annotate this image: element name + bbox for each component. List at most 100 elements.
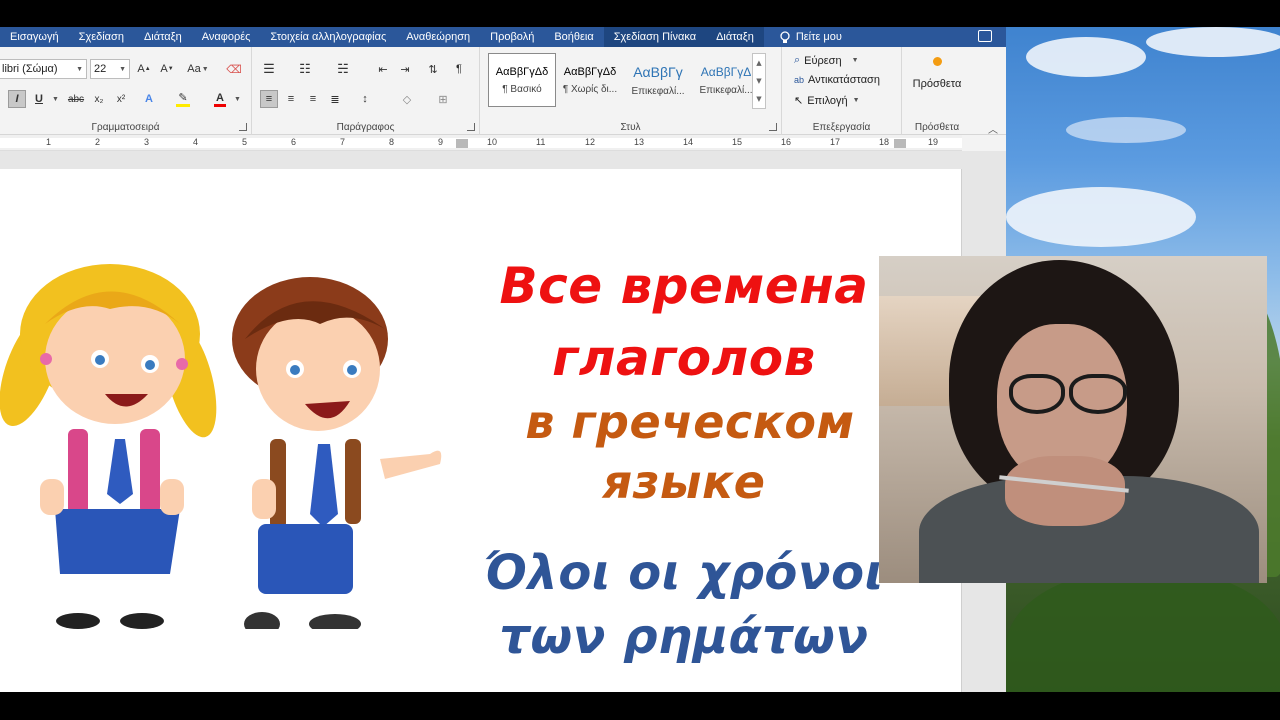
font-name-box[interactable]: libri (Σώμα) ▼	[0, 59, 87, 79]
ruler-number: 17	[830, 137, 841, 147]
webcam-overlay	[879, 256, 1267, 583]
chevron-down-icon[interactable]: ▼	[228, 90, 246, 108]
word-window: Εισαγωγή Σχεδίαση Διάταξη Αναφορές Στοιχ…	[0, 27, 1006, 692]
line-spacing-icon[interactable]: ↕	[356, 90, 374, 108]
collapse-ribbon-icon[interactable]: ︿	[988, 121, 998, 136]
ruler-column-marker[interactable]	[894, 139, 906, 148]
borders-icon[interactable]: ⊞	[434, 90, 452, 108]
tab-view[interactable]: Προβολή	[480, 31, 544, 43]
find-button[interactable]: ⌕ Εύρεση ▼	[794, 54, 859, 67]
title-line-1: Все времена	[499, 257, 869, 315]
tab-design[interactable]: Σχεδίαση	[69, 31, 134, 43]
document-page[interactable]: Все времена глаголов в греческом языке Ό…	[0, 169, 962, 692]
font-name-value: libri (Σώμα)	[2, 63, 58, 75]
highlight-icon[interactable]: ✎	[174, 90, 192, 108]
chevron-down-icon[interactable]: ▼	[756, 77, 761, 85]
tab-mailings[interactable]: Στοιχεία αλληλογραφίας	[260, 31, 396, 43]
paragraph-group-label: Παράγραφος	[336, 122, 395, 133]
ruler-number: 7	[340, 137, 346, 147]
sort-icon[interactable]: ⇅	[424, 60, 442, 78]
replace-button[interactable]: ab Αντικατάσταση	[794, 74, 880, 86]
replace-icon: ab	[794, 75, 805, 85]
tab-references[interactable]: Αναφορές	[192, 31, 261, 43]
strikethrough-button[interactable]: abc	[64, 90, 88, 108]
style-no-spacing[interactable]: AαΒβΓγΔδ ¶ Χωρίς δι...	[556, 53, 624, 107]
ruler-number: 14	[683, 137, 694, 147]
bullets-icon[interactable]: ☰	[260, 60, 278, 78]
ruler-column-marker[interactable]	[456, 139, 468, 148]
more-icon[interactable]: ▼	[756, 95, 761, 103]
tab-table-layout[interactable]: Διάταξη	[706, 27, 764, 47]
style-heading-1[interactable]: AαΒβΓγ Επικεφαλί...	[624, 53, 692, 107]
tab-table-design[interactable]: Σχεδίαση Πίνακα	[603, 27, 707, 47]
tab-layout[interactable]: Διάταξη	[134, 31, 192, 43]
select-button[interactable]: ↖ Επιλογή ▼	[794, 94, 860, 108]
justify-icon[interactable]: ≣	[326, 90, 344, 108]
style-preview: AαΒβΓγΔδ	[495, 65, 549, 78]
lightbulb-icon	[780, 30, 790, 43]
addins-group-label: Πρόσθετα	[914, 122, 960, 133]
search-icon: ⌕	[794, 54, 801, 66]
title-line-3: в греческом	[525, 395, 855, 449]
styles-dialog-launcher[interactable]	[769, 123, 777, 131]
ruler-number: 6	[291, 137, 297, 147]
schoolkids-illustration	[0, 264, 442, 629]
tell-me-search[interactable]: Πείτε μου	[770, 30, 852, 44]
increase-indent-icon[interactable]: ⇥	[396, 60, 414, 78]
decrease-indent-icon[interactable]: ⇤	[374, 60, 392, 78]
title-line-5: Όλοι οι χρόνοι	[484, 545, 884, 601]
ruler-number: 1	[46, 137, 52, 147]
style-normal[interactable]: AαΒβΓγΔδ ¶ Βασικό	[488, 53, 556, 107]
styles-group: AαΒβΓγΔδ ¶ Βασικό AαΒβΓγΔδ ¶ Χωρίς δι...…	[480, 47, 782, 135]
style-heading-2[interactable]: AαΒβΓγΔ Επικεφαλί...	[692, 53, 760, 107]
tab-review[interactable]: Αναθεώρηση	[396, 31, 480, 43]
comments-icon[interactable]	[978, 30, 992, 42]
tell-me-label: Πείτε μου	[795, 31, 842, 43]
addins-icon	[932, 57, 942, 66]
girl-figure	[0, 264, 217, 629]
addins-button[interactable]: Πρόσθετα	[902, 57, 972, 90]
align-left-icon[interactable]: ≡	[260, 90, 278, 108]
chevron-down-icon[interactable]: ▼	[46, 90, 64, 108]
title-line-4: языке	[602, 455, 766, 509]
pilcrow-icon[interactable]: ¶	[450, 60, 468, 78]
shrink-font-icon[interactable]: A ▼	[158, 60, 176, 78]
subscript-button[interactable]: x₂	[90, 90, 108, 108]
letterbox-bottom	[0, 692, 1280, 720]
align-center-icon[interactable]: ≡	[282, 90, 300, 108]
ribbon: libri (Σώμα) ▼ 22 ▼ A ▲ A ▼ Aa ▼ ⌫ I U ▼ abc …	[0, 47, 1006, 136]
find-label: Εύρεση	[804, 54, 842, 67]
tab-help[interactable]: Βοήθεια	[544, 31, 603, 43]
style-name: ¶ Χωρίς δι...	[562, 83, 618, 95]
clear-formatting-icon[interactable]: ⌫	[225, 60, 243, 78]
paragraph-dialog-launcher[interactable]	[467, 123, 475, 131]
horizontal-ruler[interactable]: 1 2 3 4 5 6 7 8 9 10 11 12 13 14 15 16 17 18 19	[0, 135, 962, 151]
multilevel-list-icon[interactable]: ☵	[334, 60, 352, 78]
chevron-up-icon[interactable]: ▲	[756, 59, 761, 67]
text-effects-icon[interactable]: A	[140, 90, 158, 108]
align-right-icon[interactable]: ≡	[304, 90, 322, 108]
italic-button[interactable]: I	[8, 90, 26, 108]
numbering-icon[interactable]: ☷	[296, 60, 314, 78]
font-dialog-launcher[interactable]	[239, 123, 247, 131]
style-name: ¶ Βασικό	[502, 83, 542, 95]
shading-icon[interactable]: ◇	[398, 90, 416, 108]
superscript-button[interactable]: x²	[112, 90, 130, 108]
editing-group: ⌕ Εύρεση ▼ ab Αντικατάσταση ↖ Επιλογή ▼ …	[782, 47, 902, 135]
styles-group-label: Στυλ	[620, 122, 641, 133]
tab-insert[interactable]: Εισαγωγή	[0, 31, 69, 43]
ruler-number: 2	[95, 137, 101, 147]
ruler-number: 4	[193, 137, 199, 147]
styles-gallery: AαΒβΓγΔδ ¶ Βασικό AαΒβΓγΔδ ¶ Χωρίς δι...…	[488, 53, 768, 107]
ruler-number: 13	[634, 137, 645, 147]
ruler-number: 8	[389, 137, 395, 147]
ruler-number: 15	[732, 137, 743, 147]
styles-gallery-scroll[interactable]: ▲ ▼ ▼	[752, 53, 766, 109]
chevron-down-icon: ▼	[852, 97, 860, 104]
font-size-box[interactable]: 22 ▼	[90, 59, 130, 79]
ruler-number: 19	[928, 137, 939, 147]
font-color-icon[interactable]: A	[211, 90, 229, 108]
change-case-icon[interactable]: Aa ▼	[185, 60, 211, 78]
grow-font-icon[interactable]: A ▲	[135, 60, 153, 78]
addins-group: Πρόσθετα Πρόσθετα	[902, 47, 972, 135]
